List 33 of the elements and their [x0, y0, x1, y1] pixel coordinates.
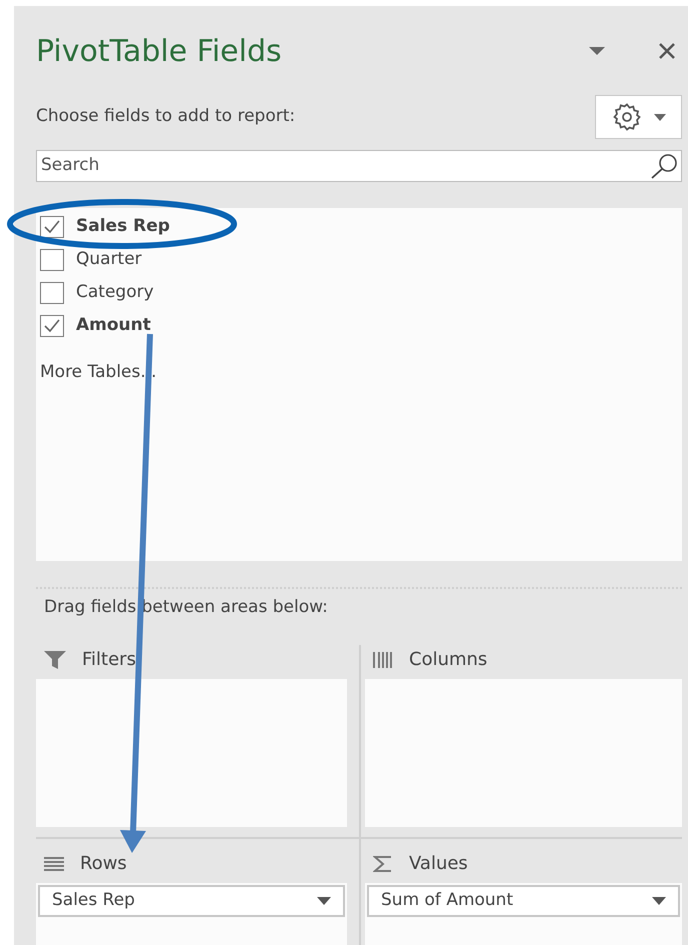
caret-icon: [654, 114, 666, 120]
filter-icon: [44, 650, 66, 668]
area-heading: Values: [409, 852, 468, 876]
search-field[interactable]: Search: [36, 150, 682, 182]
field-checkbox[interactable]: [40, 282, 64, 304]
settings-button[interactable]: [595, 95, 682, 139]
field-checkbox[interactable]: [40, 314, 64, 336]
prompt-text: Choose fields to add to report:: [36, 105, 296, 128]
areas-prompt: Drag fields between areas below:: [43, 596, 329, 619]
search-icon: [649, 152, 679, 180]
field-label[interactable]: Amount: [76, 312, 151, 338]
area-field-dropdown[interactable]: Sales Rep: [38, 884, 345, 916]
caret-icon: [652, 896, 666, 904]
caret-icon: [317, 896, 331, 904]
field-label[interactable]: Quarter: [76, 246, 142, 272]
area-heading: Rows: [80, 852, 127, 876]
pane-title: PivotTable Fields: [36, 32, 283, 70]
checkmark-icon: [44, 220, 60, 234]
field-label[interactable]: Category: [76, 280, 154, 306]
search-field[interactable]: Search: [41, 153, 649, 179]
caret-icon[interactable]: [588, 46, 606, 56]
checkmark-icon: [44, 318, 60, 332]
rows-icon: [44, 856, 64, 870]
area-heading: Filters: [82, 648, 136, 672]
sum-icon: [373, 856, 393, 872]
field-label[interactable]: Sales Rep: [76, 214, 170, 240]
field-checkbox[interactable]: [40, 216, 64, 238]
area-field-dropdown[interactable]: Sum of Amount: [367, 884, 680, 916]
area-heading: Columns: [409, 648, 488, 672]
settings-icon: [612, 102, 642, 132]
field-checkbox[interactable]: [40, 248, 64, 270]
columns-icon: [373, 652, 393, 668]
close-icon[interactable]: [658, 42, 676, 60]
